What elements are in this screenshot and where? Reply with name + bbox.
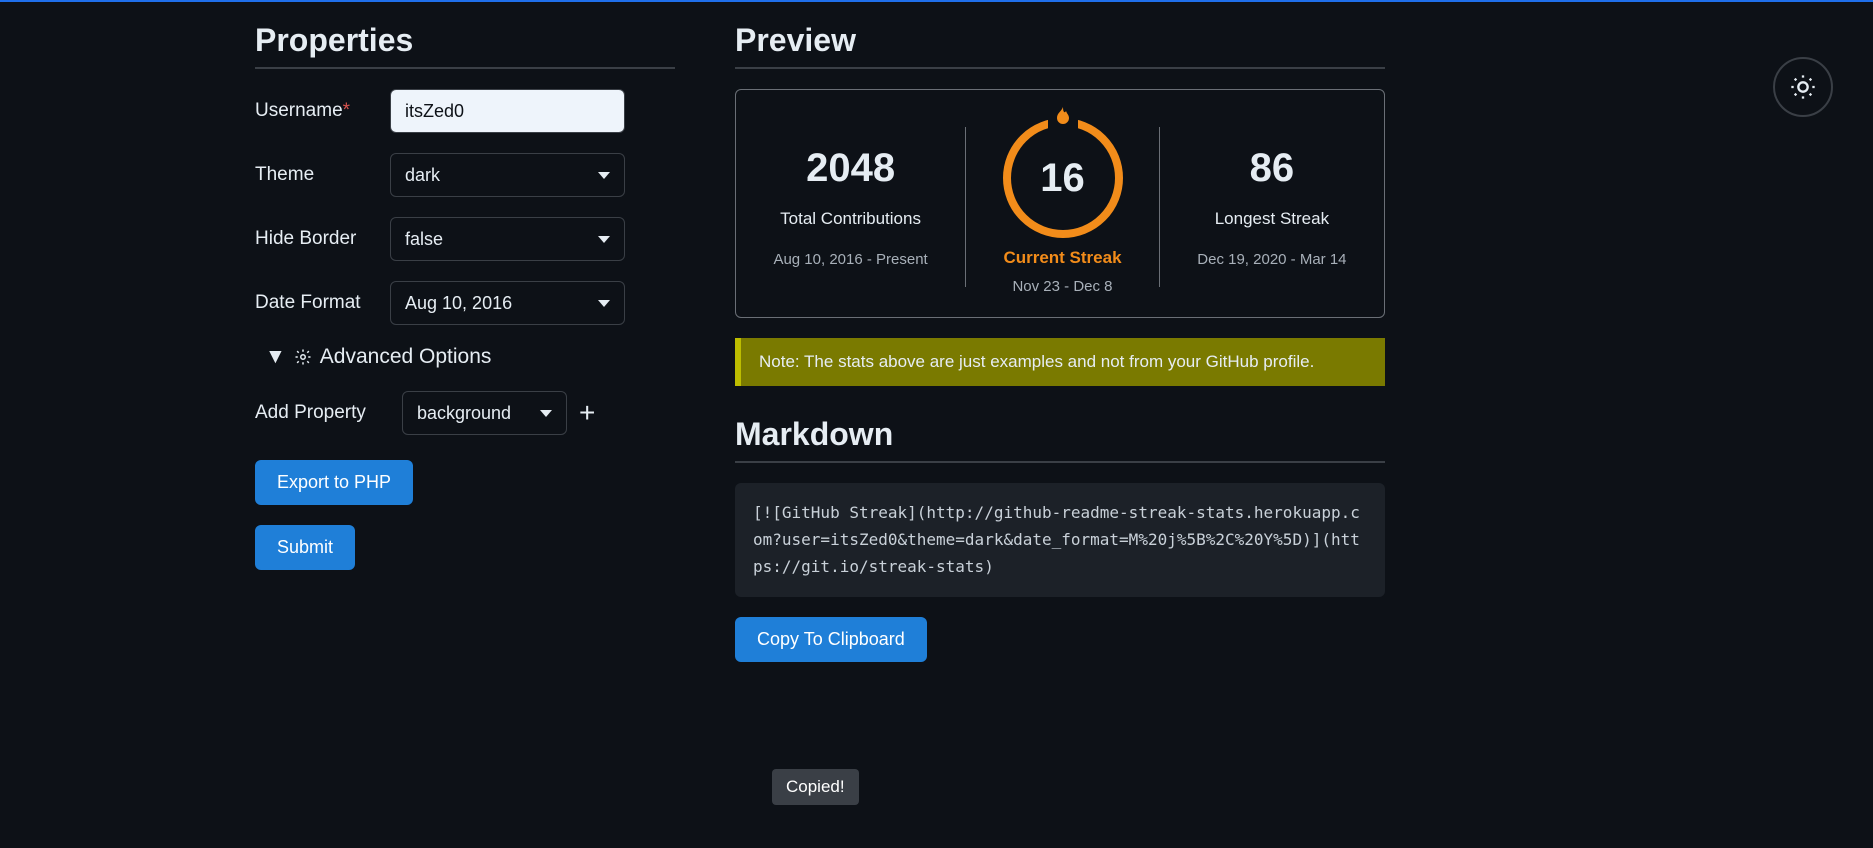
chevron-down-icon xyxy=(598,236,610,243)
total-range: Aug 10, 2016 - Present xyxy=(773,251,927,268)
longest-range: Dec 19, 2020 - Mar 14 xyxy=(1197,251,1346,268)
longest-value: 86 xyxy=(1197,146,1346,191)
divider xyxy=(1159,127,1160,287)
add-property-label: Add Property xyxy=(255,402,390,424)
markdown-heading: Markdown xyxy=(735,416,1385,463)
current-streak-stat: 16 Current Streak Nov 23 - Dec 8 xyxy=(985,118,1141,295)
preview-panel: Preview 2048 Total Contributions Aug 10,… xyxy=(735,22,1385,662)
current-value: 16 xyxy=(1040,156,1085,201)
longest-label: Longest Streak xyxy=(1197,209,1346,229)
username-input[interactable] xyxy=(390,89,625,133)
copy-clipboard-button[interactable]: Copy To Clipboard xyxy=(735,617,927,662)
example-note: Note: The stats above are just examples … xyxy=(735,338,1385,386)
sun-icon xyxy=(1789,73,1817,101)
gear-icon xyxy=(294,348,312,366)
properties-panel: Properties Username* Theme dark Hide Bor… xyxy=(255,22,675,662)
hide-border-label: Hide Border xyxy=(255,228,390,250)
username-label: Username* xyxy=(255,100,390,122)
properties-heading: Properties xyxy=(255,22,675,69)
chevron-down-icon xyxy=(540,410,552,417)
submit-button[interactable]: Submit xyxy=(255,525,355,570)
current-range: Nov 23 - Dec 8 xyxy=(1003,278,1123,295)
copied-tooltip: Copied! xyxy=(772,769,859,805)
date-format-label: Date Format xyxy=(255,292,390,314)
chevron-down-icon xyxy=(598,172,610,179)
total-value: 2048 xyxy=(773,146,927,191)
markdown-code[interactable]: [![GitHub Streak](http://github-readme-s… xyxy=(735,483,1385,597)
date-format-select[interactable]: Aug 10, 2016 xyxy=(390,281,625,325)
hide-border-select[interactable]: false xyxy=(390,217,625,261)
streak-card: 2048 Total Contributions Aug 10, 2016 - … xyxy=(735,89,1385,318)
add-property-button[interactable]: + xyxy=(579,399,595,427)
add-property-select[interactable]: background xyxy=(402,391,567,435)
theme-toggle-button[interactable] xyxy=(1773,57,1833,117)
theme-select[interactable]: dark xyxy=(390,153,625,197)
streak-ring: 16 xyxy=(1003,118,1123,238)
export-php-button[interactable]: Export to PHP xyxy=(255,460,413,505)
divider xyxy=(965,127,966,287)
preview-heading: Preview xyxy=(735,22,1385,69)
advanced-options-toggle[interactable]: ▼ Advanced Options xyxy=(265,345,675,369)
total-contributions-stat: 2048 Total Contributions Aug 10, 2016 - … xyxy=(755,146,945,268)
flame-icon xyxy=(1048,102,1078,132)
theme-label: Theme xyxy=(255,164,390,186)
chevron-down-icon: ▼ xyxy=(265,345,286,369)
chevron-down-icon xyxy=(598,300,610,307)
longest-streak-stat: 86 Longest Streak Dec 19, 2020 - Mar 14 xyxy=(1179,146,1364,268)
total-label: Total Contributions xyxy=(773,209,927,229)
current-label: Current Streak xyxy=(1003,248,1123,268)
